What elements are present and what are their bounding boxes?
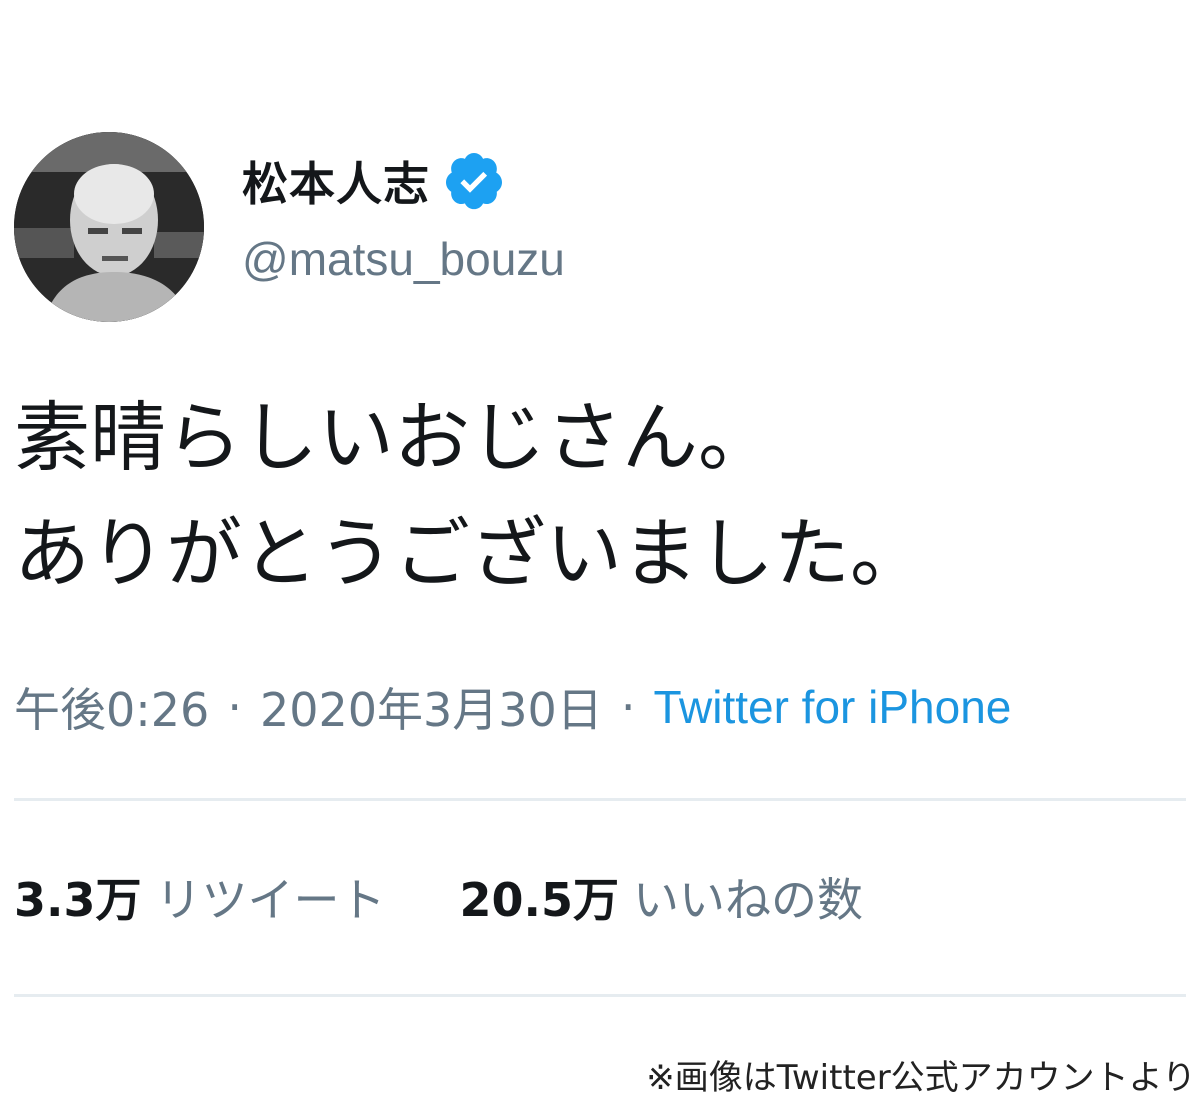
tweet-text: 素晴らしいおじさん。 ありがとうございました。 [14,380,1184,612]
divider [14,994,1186,997]
tweet-time[interactable]: 午後0:26 [14,674,209,740]
tweet-text-line: ありがとうございました。 [14,509,926,598]
likes-label: いいねの数 [633,873,863,927]
tweet-meta: 午後0:26 · 2020年3月30日 · Twitter for iPhone [14,672,1011,742]
author-name-row[interactable]: 松本人志 [242,146,506,216]
tweet-source-link[interactable]: Twitter for iPhone [653,680,1011,734]
tweet-date[interactable]: 2020年3月30日 [260,674,603,740]
divider [14,798,1186,801]
likes-stat[interactable]: 20.5万 いいねの数 [460,864,864,930]
author-handle[interactable]: @matsu_bouzu [242,232,565,286]
retweets-count: 3.3万 [14,873,142,927]
tweet-text-line: 素晴らしいおじさん。 [14,393,774,482]
meta-separator: · [620,680,636,734]
tweet-stats: 3.3万 リツイート 20.5万 いいねの数 [14,862,863,932]
profile-avatar[interactable] [14,132,204,322]
meta-separator: · [227,680,242,734]
likes-count: 20.5万 [459,873,620,927]
avatar-image [14,132,204,322]
retweets-label: リツイート [155,873,386,927]
author-display-name[interactable]: 松本人志 [242,148,430,214]
image-credit: ※画像はTwitter公式アカウントより [646,1058,1196,1098]
verified-badge-icon [446,153,502,210]
retweets-stat[interactable]: 3.3万 リツイート [14,864,386,930]
